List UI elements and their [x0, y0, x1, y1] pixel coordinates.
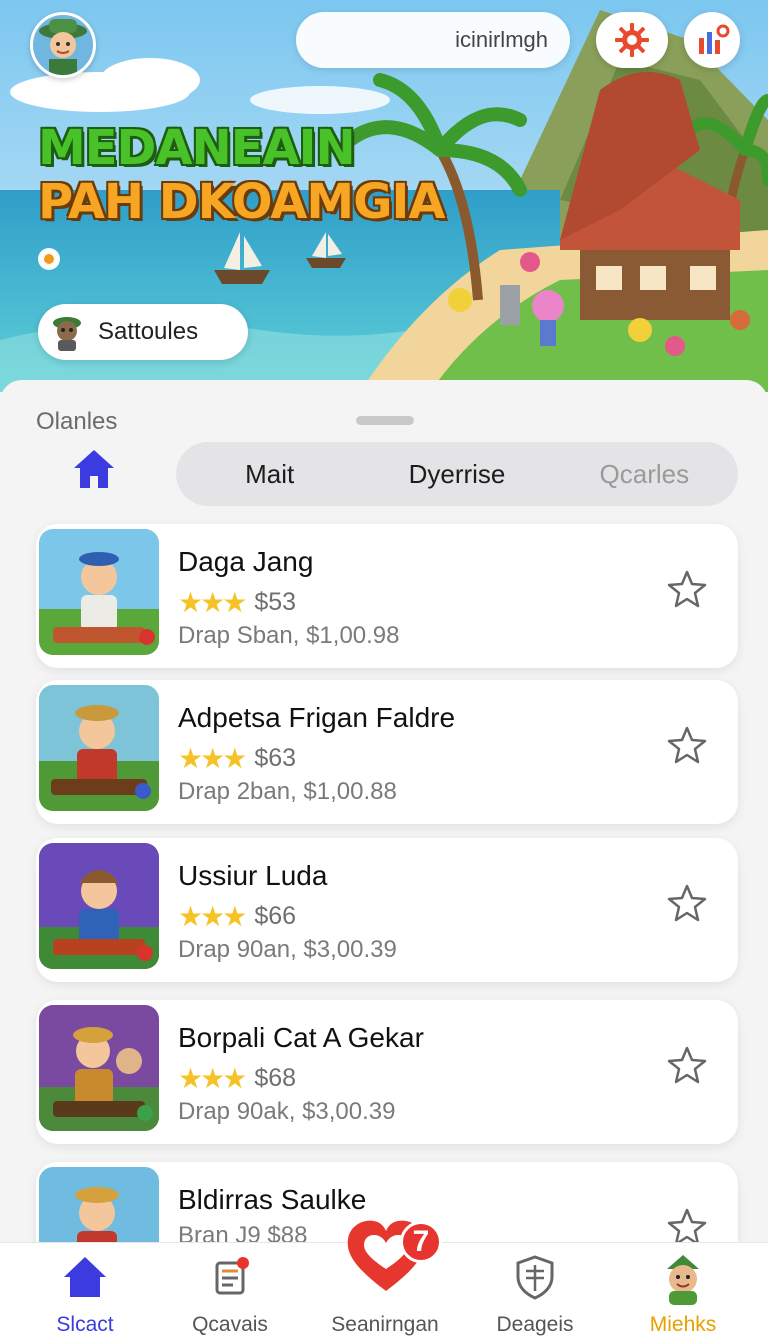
- nav-label: Slcact: [56, 1313, 114, 1336]
- receipt-icon: [215, 1257, 249, 1295]
- search-bar[interactable]: icinirlmgh: [296, 12, 570, 68]
- star-outline-icon: [667, 884, 707, 922]
- star-rating-icon: ★★★: [178, 1063, 247, 1094]
- favorite-button[interactable]: [664, 566, 710, 617]
- section-label: Olanles: [36, 408, 118, 435]
- hero-banner: icinirlmgh MEDANEAIN PAH DKOAMGIA Sattou…: [0, 0, 768, 392]
- home-icon: [74, 450, 114, 488]
- nav-label: Miehks: [649, 1313, 717, 1336]
- game-meta: Drap 90ak, $3,00.39: [178, 1098, 396, 1125]
- character-icon: [667, 1255, 699, 1305]
- character-icon: [53, 317, 81, 351]
- shield-icon: [516, 1255, 554, 1300]
- gear-icon: [615, 23, 649, 57]
- favorite-button[interactable]: [664, 880, 710, 931]
- game-price: $66: [254, 902, 297, 930]
- player-name: Sattoules: [98, 318, 199, 345]
- nav-label: Qcavais: [192, 1313, 268, 1336]
- game-thumbnail: [39, 685, 159, 811]
- nav-item-miehks[interactable]: Miehks: [608, 1243, 758, 1344]
- game-rating: ★★★ $66: [178, 900, 296, 933]
- nav-item-slcact[interactable]: Slcact: [10, 1243, 160, 1344]
- player-name-pill[interactable]: Sattoules: [38, 304, 248, 360]
- star-rating-icon: ★★★: [178, 901, 247, 932]
- star-outline-icon: [667, 1046, 707, 1084]
- explorer-character-icon: [39, 19, 87, 75]
- game-thumbnail: [39, 1005, 159, 1131]
- tab-qcarles[interactable]: Qcarles: [551, 459, 738, 490]
- game-title-line-2: PAH DKOAMGIA: [38, 174, 446, 230]
- game-meta: Drap 2ban, $1,00.88: [178, 778, 397, 805]
- game-card[interactable]: Borpali Cat A Gekar ★★★ $68 Drap 90ak, $…: [36, 1000, 738, 1144]
- star-rating-icon: ★★★: [178, 587, 247, 618]
- player-avatar[interactable]: [30, 12, 96, 78]
- nav-item-seanirngan[interactable]: 7 Seanirngan: [310, 1220, 460, 1344]
- game-thumbnail: [39, 843, 159, 969]
- game-rating: ★★★ $68: [178, 1062, 296, 1095]
- game-rating: ★★★ $53: [178, 586, 296, 619]
- star-outline-icon: [667, 570, 707, 608]
- carousel-indicator-dot[interactable]: [38, 248, 60, 270]
- game-meta: Drap 90an, $3,00.39: [178, 936, 397, 963]
- game-meta: Drap Sban, $1,00.98: [178, 622, 400, 649]
- tab-dyerrise[interactable]: Dyerrise: [363, 459, 550, 490]
- stats-button[interactable]: [684, 12, 740, 68]
- game-price: $68: [254, 1064, 297, 1092]
- nav-item-deageis[interactable]: Deageis: [460, 1243, 610, 1344]
- home-filter-button[interactable]: [70, 446, 118, 497]
- game-price: $53: [254, 588, 297, 616]
- game-thumbnail: [39, 529, 159, 655]
- game-name: Ussiur Luda: [178, 860, 328, 891]
- favorite-button[interactable]: [664, 722, 710, 773]
- game-price: $63: [254, 744, 297, 772]
- star-outline-icon: [667, 726, 707, 764]
- nav-label: Deageis: [496, 1313, 574, 1336]
- game-name: Adpetsa Frigan Faldre: [178, 702, 456, 733]
- drag-handle[interactable]: [356, 416, 414, 425]
- game-card[interactable]: Adpetsa Frigan Faldre ★★★ $63 Drap 2ban,…: [36, 680, 738, 824]
- game-card[interactable]: Ussiur Luda ★★★ $66 Drap 90an, $3,00.39: [36, 838, 738, 982]
- notification-badge: 7: [400, 1221, 442, 1263]
- game-name: Bldirras Saulke: [178, 1184, 367, 1215]
- tab-mait[interactable]: Mait: [176, 459, 363, 490]
- settings-button[interactable]: [596, 12, 668, 68]
- search-text: icinirlmgh: [455, 27, 548, 52]
- star-rating-icon: ★★★: [178, 743, 247, 774]
- game-name: Daga Jang: [178, 546, 314, 577]
- nav-item-qcavais[interactable]: Qcavais: [155, 1243, 305, 1344]
- games-sheet: Olanles Mait Dyerrise Qcarles Daga Jang …: [0, 380, 768, 1344]
- game-name: Borpali Cat A Gekar: [178, 1022, 424, 1053]
- category-tabs: Mait Dyerrise Qcarles: [176, 442, 738, 506]
- nav-label: Seanirngan: [331, 1313, 439, 1336]
- game-card[interactable]: Daga Jang ★★★ $53 Drap Sban, $1,00.98: [36, 524, 738, 668]
- bottom-navigation: Slcact Qcavais 7 Seanirngan Deageis Mieh…: [0, 1220, 768, 1344]
- game-rating: ★★★ $63: [178, 742, 296, 775]
- favorite-button[interactable]: [664, 1042, 710, 1093]
- bar-chart-icon: [699, 24, 730, 54]
- game-title-line-1: MEDANEAIN: [38, 120, 356, 176]
- home-icon: [64, 1257, 106, 1297]
